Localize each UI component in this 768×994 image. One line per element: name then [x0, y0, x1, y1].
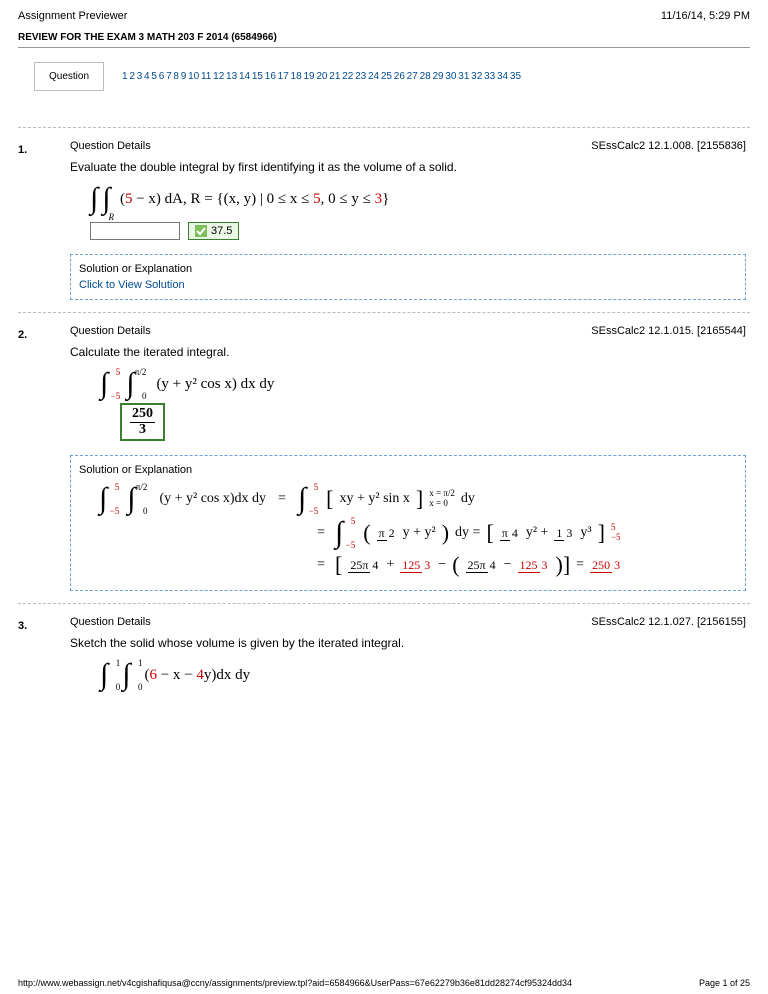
check-icon — [195, 225, 207, 237]
page-title: Assignment Previewer — [18, 10, 127, 22]
question-prompt: Evaluate the double integral by first id… — [70, 160, 746, 184]
question-prompt: Calculate the iterated integral. — [70, 345, 746, 369]
footer-url: http://www.webassign.net/v4cgishafiqusa@… — [18, 978, 572, 988]
solution-panel: Solution or Explanation Click to View So… — [70, 254, 746, 300]
solution-steps: ∫5−5 ∫π/20 (y + y² cos x)dx dy = ∫5−5 [x… — [99, 484, 737, 578]
question-prompt: Sketch the solid whose volume is given b… — [70, 636, 746, 660]
correct-answer-badge: 37.5 — [188, 222, 239, 240]
view-solution-link[interactable]: Click to View Solution — [79, 279, 737, 291]
question-nav-button[interactable]: Question — [34, 62, 104, 91]
question-number: 1. — [18, 140, 70, 300]
divider — [18, 312, 750, 313]
question-number: 2. — [18, 325, 70, 591]
review-title: REVIEW FOR THE EXAM 3 MATH 203 F 2014 (6… — [18, 28, 750, 48]
correct-answer-badge: 250 3 — [70, 399, 746, 441]
footer-page: Page 1 of 25 — [699, 978, 750, 988]
question-number: 3. — [18, 616, 70, 690]
question-number-links[interactable]: 1 2 3 4 5 6 7 8 9 10 11 12 13 14 15 16 1… — [122, 70, 521, 83]
integral-expression: ∫10 ∫10 (6 − x − 4y)dx dy — [70, 660, 746, 690]
divider — [18, 127, 750, 128]
page-datetime: 11/16/14, 5:29 PM — [661, 10, 750, 22]
question-details-label: Question Details — [70, 616, 151, 628]
integral-expression: ∫∫R (5 − x) dA, R = {(x, y) | 0 ≤ x ≤ 5,… — [70, 184, 746, 214]
solution-panel: Solution or Explanation ∫5−5 ∫π/20 (y + … — [70, 455, 746, 591]
question-source: SEssCalc2 12.1.015. [2165544] — [591, 325, 746, 337]
question-details-label: Question Details — [70, 325, 151, 337]
question-source: SEssCalc2 12.1.008. [2155836] — [591, 140, 746, 152]
integral-expression: ∫5−5 ∫π/20 (y + y² cos x) dx dy — [70, 369, 746, 399]
solution-title: Solution or Explanation — [79, 263, 737, 279]
divider — [18, 603, 750, 604]
solution-title: Solution or Explanation — [79, 464, 737, 480]
question-source: SEssCalc2 12.1.027. [2156155] — [591, 616, 746, 628]
answer-input[interactable] — [90, 222, 180, 240]
question-details-label: Question Details — [70, 140, 151, 152]
